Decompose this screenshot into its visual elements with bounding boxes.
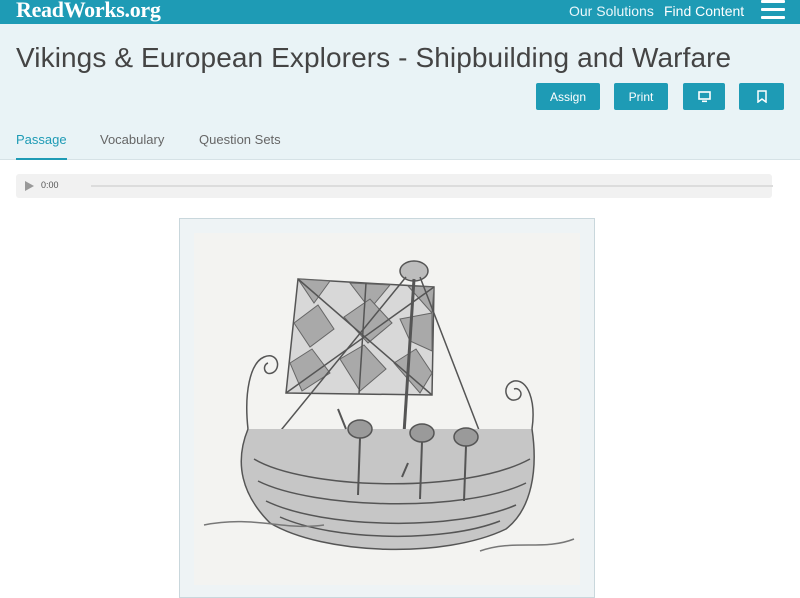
audio-progress-track[interactable]	[91, 185, 773, 187]
viking-ship-drawing	[194, 233, 580, 585]
tab-vocabulary[interactable]: Vocabulary	[100, 132, 164, 158]
page-header: Vikings & European Explorers - Shipbuild…	[0, 24, 800, 160]
top-navbar: ReadWorks.org Our Solutions Find Content	[0, 0, 800, 24]
play-icon[interactable]	[25, 181, 34, 191]
passage-image-frame	[179, 218, 595, 598]
hamburger-menu-icon[interactable]	[761, 0, 785, 20]
tab-passage[interactable]: Passage	[16, 132, 67, 160]
bookmark-button[interactable]	[739, 83, 784, 110]
readworks-logo[interactable]: ReadWorks.org	[16, 0, 161, 23]
nav-find-content[interactable]: Find Content	[664, 3, 744, 19]
viking-ship-illustration	[203, 260, 575, 552]
present-button[interactable]	[683, 83, 725, 110]
audio-time: 0:00	[41, 180, 59, 190]
tab-question-sets[interactable]: Question Sets	[199, 132, 281, 158]
bookmark-icon	[756, 90, 767, 103]
print-button[interactable]: Print	[614, 83, 668, 110]
nav-our-solutions[interactable]: Our Solutions	[569, 3, 654, 19]
assign-button[interactable]: Assign	[536, 83, 600, 110]
audio-player: 0:00	[16, 174, 773, 198]
page-title: Vikings & European Explorers - Shipbuild…	[16, 42, 732, 73]
monitor-icon	[697, 90, 711, 102]
